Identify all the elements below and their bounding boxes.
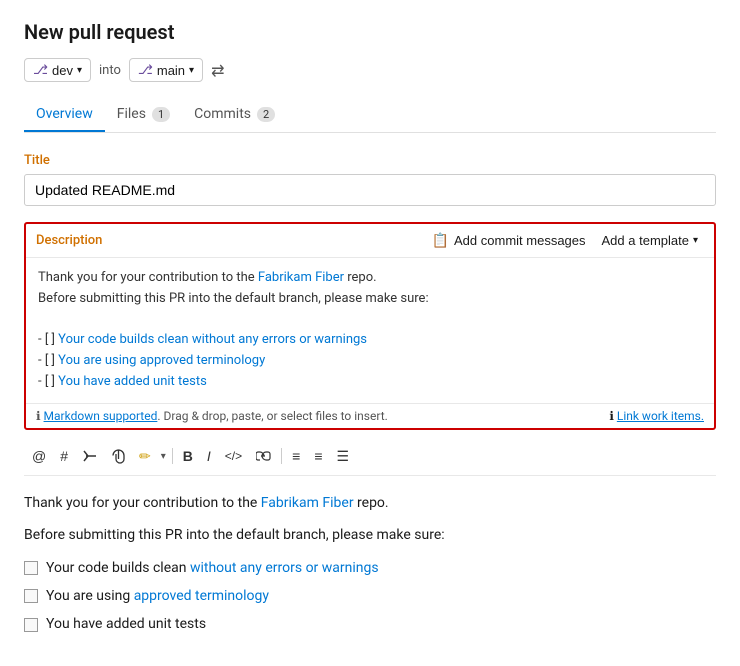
toolbar-italic-btn[interactable]: I: [203, 446, 215, 466]
toolbar-unordered-list-btn[interactable]: ≡: [310, 446, 326, 466]
checkbox-3[interactable]: [24, 618, 38, 632]
title-field-group: Title: [24, 153, 716, 222]
preview-checklist-item-2: You are using approved terminology: [24, 585, 716, 607]
highlight-dropdown-chevron[interactable]: ▾: [161, 451, 166, 462]
checkbox-1[interactable]: [24, 561, 38, 575]
source-branch-chevron: ▾: [77, 65, 82, 76]
description-content[interactable]: Thank you for your contribution to the F…: [26, 258, 714, 403]
toolbar-code-btn[interactable]: </>: [221, 447, 246, 465]
desc-line-2: Before submitting this PR into the defau…: [38, 289, 702, 310]
preview-checklist-item-1: Your code builds clean without any error…: [24, 557, 716, 579]
tab-files-label: Files: [117, 106, 146, 122]
preview-item-2-text: You are using approved terminology: [46, 585, 269, 607]
tab-files-badge: 1: [152, 107, 170, 122]
preview-item-3-text: You have added unit tests: [46, 613, 206, 635]
toolbar-blockquote-btn[interactable]: ≡: [288, 446, 304, 466]
markdown-link[interactable]: Markdown supported: [44, 409, 158, 423]
toolbar-link-btn[interactable]: [252, 449, 275, 463]
add-commit-messages-label: Add commit messages: [454, 233, 586, 248]
preview-item-1-link: without any errors or warnings: [190, 560, 379, 576]
toolbar-wiki-btn[interactable]: [78, 447, 102, 465]
fabrikam-link-1[interactable]: Fabrikam Fiber: [258, 270, 344, 285]
attach-icon: [112, 449, 125, 464]
source-branch-label: dev: [52, 63, 73, 78]
toolbar-sep-2: [281, 448, 282, 464]
into-text: into: [99, 63, 121, 78]
title-label: Title: [24, 153, 716, 168]
formatting-toolbar: @ # ✏ ▾ B I </> ≡ ≡ ☰: [24, 438, 716, 476]
add-template-btn[interactable]: Add a template ▾: [596, 233, 704, 248]
description-footer: ℹ Markdown supported. Drag & drop, paste…: [26, 403, 714, 428]
description-header: Description 📋 Add commit messages Add a …: [26, 224, 714, 258]
drag-drop-text: . Drag & drop, paste, or select files to…: [157, 409, 387, 423]
desc-checklist: - [ ] Your code builds clean without any…: [38, 330, 702, 392]
tab-overview[interactable]: Overview: [24, 98, 105, 132]
add-template-label: Add a template: [602, 233, 689, 248]
description-section: Description 📋 Add commit messages Add a …: [24, 222, 716, 430]
toolbar-attach-btn[interactable]: [108, 447, 129, 466]
commit-icon: 📋: [432, 232, 449, 249]
preview-subtitle: Before submitting this PR into the defau…: [24, 524, 716, 546]
preview-intro: Thank you for your contribution to the F…: [24, 492, 716, 514]
source-branch-btn[interactable]: ⎇ dev ▾: [24, 58, 91, 82]
tab-commits[interactable]: Commits 2: [182, 98, 287, 132]
desc-item-3: - [ ] You have added unit tests: [38, 372, 702, 393]
target-branch-btn[interactable]: ⎇ main ▾: [129, 58, 203, 82]
swap-branches-icon[interactable]: ⇄: [211, 61, 224, 80]
toolbar-hash-btn[interactable]: #: [56, 446, 72, 466]
target-branch-chevron: ▾: [189, 65, 194, 76]
desc-item-2-link[interactable]: You are using approved terminology: [58, 353, 265, 368]
toolbar-ordered-list-btn[interactable]: ☰: [333, 446, 354, 467]
branch-icon-target: ⎇: [138, 62, 153, 78]
preview-item-1-text: Your code builds clean without any error…: [46, 557, 379, 579]
preview-checklist-item-3: You have added unit tests: [24, 613, 716, 635]
tab-files[interactable]: Files 1: [105, 98, 182, 132]
preview-section: Thank you for your contribution to the F…: [24, 488, 716, 646]
branch-selector: ⎇ dev ▾ into ⎇ main ▾ ⇄: [24, 58, 716, 82]
desc-item-3-link[interactable]: You have added unit tests: [58, 374, 207, 389]
add-commit-messages-btn[interactable]: 📋 Add commit messages: [422, 232, 596, 249]
wiki-icon: [82, 449, 98, 463]
add-template-chevron: ▾: [693, 235, 698, 246]
desc-item-1: - [ ] Your code builds clean without any…: [38, 330, 702, 351]
pr-form: Title Description 📋 Add commit messages …: [24, 153, 716, 646]
desc-item-2: - [ ] You are using approved terminology: [38, 351, 702, 372]
desc-item-1-link[interactable]: Your code builds clean without any error…: [58, 332, 367, 347]
toolbar-sep-1: [172, 448, 173, 464]
desc-line-1: Thank you for your contribution to the F…: [38, 268, 702, 289]
markdown-info: ℹ Markdown supported. Drag & drop, paste…: [36, 409, 388, 423]
checkbox-2[interactable]: [24, 589, 38, 603]
link-work-items-section: ℹ Link work items.: [609, 409, 704, 423]
tab-commits-badge: 2: [257, 107, 275, 122]
branch-icon-source: ⎇: [33, 62, 48, 78]
tab-overview-label: Overview: [36, 106, 93, 122]
description-label: Description: [36, 233, 422, 248]
tab-commits-label: Commits: [194, 106, 251, 122]
title-input[interactable]: [24, 174, 716, 206]
target-branch-label: main: [157, 63, 185, 78]
toolbar-bold-btn[interactable]: B: [179, 446, 197, 466]
toolbar-highlight-btn[interactable]: ✏: [135, 446, 155, 467]
page-title: New pull request: [24, 20, 716, 44]
toolbar-mention-btn[interactable]: @: [28, 446, 50, 466]
preview-checklist: Your code builds clean without any error…: [24, 557, 716, 636]
preview-fabrikam-link[interactable]: Fabrikam Fiber: [261, 495, 354, 511]
link-work-items-btn[interactable]: Link work items.: [617, 409, 704, 423]
link-icon: [256, 451, 271, 461]
tabs-bar: Overview Files 1 Commits 2: [24, 98, 716, 133]
preview-intro-text-1: Thank you for your contribution to the: [24, 495, 261, 511]
preview-intro-text-2: repo.: [354, 495, 389, 511]
